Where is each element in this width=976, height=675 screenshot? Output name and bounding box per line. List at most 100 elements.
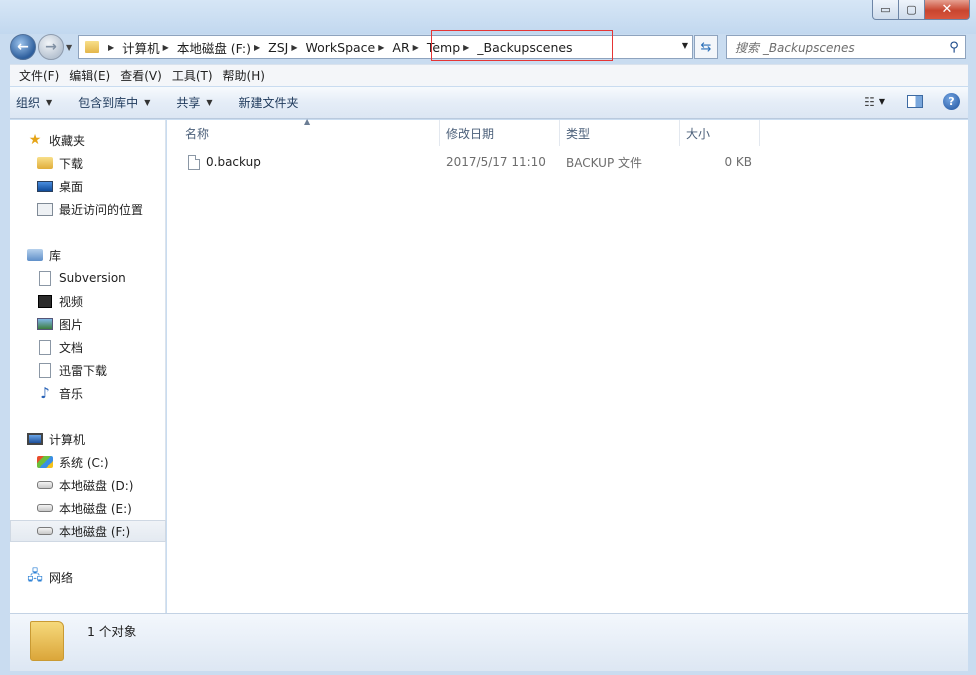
sidebar-item-label: 本地磁盘 (D:) — [59, 478, 134, 493]
chevron-right-icon[interactable]: ▶ — [108, 43, 114, 52]
column-header-type[interactable]: 类型 — [560, 120, 680, 146]
details-pane: 1 个对象 — [10, 613, 968, 671]
music-note-icon: ♪ — [40, 384, 50, 402]
menu-file[interactable]: 文件(F) — [14, 67, 64, 84]
new-folder-label: 新建文件夹 — [238, 96, 299, 110]
column-header-name[interactable]: ▲ 名称 — [167, 117, 440, 146]
preview-pane-icon[interactable] — [907, 95, 923, 108]
share-button[interactable]: 共享 ▼ — [176, 94, 212, 111]
sidebar-item-documents[interactable]: 文档 — [10, 336, 166, 358]
folder-icon — [30, 621, 64, 661]
breadcrumb-temp[interactable]: ▶ Temp — [410, 36, 460, 58]
address-bar[interactable]: ▶ 计算机 ▶ 本地磁盘 (F:) ▶ ZSJ ▶ WorkSpace ▶ AR ▶ Tem… — [78, 35, 693, 59]
menu-bar: 文件(F) 编辑(E) 查看(V) 工具(T) 帮助(H) — [10, 64, 968, 86]
sidebar-computer[interactable]: 计算机 — [10, 428, 166, 450]
menu-edit[interactable]: 编辑(E) — [64, 67, 115, 84]
refresh-button[interactable]: ⇆ — [694, 35, 718, 59]
sidebar-item-recent-places[interactable]: 最近访问的位置 — [10, 198, 166, 220]
view-options-dropdown[interactable]: ▼ — [879, 97, 885, 106]
folder-icon — [85, 41, 99, 53]
chevron-right-icon[interactable]: ▶ — [254, 43, 260, 52]
hard-drive-icon — [37, 527, 53, 535]
view-options-icon[interactable]: ☷ — [864, 95, 875, 109]
search-input[interactable]: 搜索 _Backupscenes — [727, 39, 943, 56]
sidebar-item-subversion[interactable]: Subversion — [10, 267, 166, 289]
sidebar-item-drive-c[interactable]: 系统 (C:) — [10, 451, 166, 473]
forward-button[interactable]: → — [38, 34, 64, 60]
column-header-label: 类型 — [566, 126, 591, 141]
breadcrumb-label: AR — [392, 39, 410, 55]
menu-view[interactable]: 查看(V) — [115, 67, 167, 84]
breadcrumb-ar[interactable]: ▶ AR — [375, 36, 409, 58]
recent-pages-dropdown[interactable]: ▼ — [66, 43, 72, 52]
title-bar: ▭ ▢ ✕ — [0, 0, 976, 34]
breadcrumb-backupscenes[interactable]: ▶ _Backupscenes — [460, 36, 572, 58]
menu-tools[interactable]: 工具(T) — [167, 67, 218, 84]
sidebar-item-drive-f[interactable]: 本地磁盘 (F:) — [10, 520, 166, 542]
maximize-button[interactable]: ▢ — [899, 0, 925, 20]
help-icon[interactable]: ? — [943, 93, 960, 110]
sidebar-favorites[interactable]: ★ 收藏夹 — [10, 129, 166, 151]
breadcrumb-label: Temp — [426, 39, 461, 55]
file-row[interactable]: 0.backup 2017/5/17 11:10 BACKUP 文件 0 KB — [167, 150, 968, 174]
hard-drive-icon — [37, 481, 53, 489]
include-in-library-button[interactable]: 包含到库中 ▼ — [78, 94, 150, 111]
column-header-size[interactable]: 大小 — [680, 120, 760, 146]
breadcrumb-label: 计算机 — [122, 40, 160, 56]
include-in-library-label: 包含到库中 — [78, 96, 139, 110]
minimize-button[interactable]: ▭ — [872, 0, 899, 20]
file-name-cell: 0.backup — [188, 150, 261, 174]
breadcrumb-workspace[interactable]: ▶ WorkSpace — [288, 36, 375, 58]
chevron-right-icon[interactable]: ▶ — [291, 43, 297, 52]
sidebar-item-label: 最近访问的位置 — [59, 202, 144, 217]
sidebar-item-label: 本地磁盘 (F:) — [59, 524, 131, 539]
library-icon — [27, 249, 43, 261]
sidebar-item-videos[interactable]: 视频 — [10, 290, 166, 312]
sidebar-item-label: 收藏夹 — [49, 133, 86, 148]
column-header-label: 修改日期 — [446, 126, 495, 141]
file-modified: 2017/5/17 11:10 — [446, 155, 546, 169]
column-header-modified[interactable]: 修改日期 — [440, 120, 560, 146]
breadcrumb-label: ZSJ — [268, 39, 289, 55]
sidebar-item-drive-e[interactable]: 本地磁盘 (E:) — [10, 497, 166, 519]
address-history-dropdown[interactable]: ▼ — [682, 41, 688, 50]
back-button[interactable]: ← — [10, 34, 36, 60]
refresh-icon: ⇆ — [700, 39, 712, 55]
breadcrumb-drive-f[interactable]: ▶ 本地磁盘 (F:) — [160, 36, 251, 58]
star-icon: ★ — [28, 132, 42, 148]
recent-places-icon — [37, 202, 53, 216]
organize-label: 组织 — [16, 96, 41, 110]
sidebar-item-xunlei-downloads[interactable]: 迅雷下载 — [10, 359, 166, 381]
hard-drive-icon — [37, 504, 53, 512]
network-icon: 🖧 — [27, 568, 43, 584]
search-box[interactable]: 搜索 _Backupscenes ⚲ — [726, 35, 966, 59]
navigation-row: ← → ▼ ▶ 计算机 ▶ 本地磁盘 (F:) ▶ ZSJ ▶ WorkSpace ▶ A… — [0, 30, 976, 62]
sidebar-item-label: 迅雷下载 — [59, 363, 108, 378]
chevron-right-icon[interactable]: ▶ — [378, 43, 384, 52]
file-type: BACKUP 文件 — [566, 155, 642, 170]
close-button[interactable]: ✕ — [925, 0, 970, 20]
new-folder-button[interactable]: 新建文件夹 — [239, 94, 299, 111]
menu-help[interactable]: 帮助(H) — [218, 67, 270, 84]
chevron-right-icon[interactable]: ▶ — [413, 43, 419, 52]
desktop-icon — [37, 180, 53, 192]
sidebar-item-label: Subversion — [59, 271, 126, 285]
chevron-right-icon[interactable]: ▶ — [163, 43, 169, 52]
file-icon — [188, 154, 200, 170]
video-icon — [38, 294, 52, 308]
sidebar-item-pictures[interactable]: 图片 — [10, 313, 166, 335]
breadcrumb-computer[interactable]: ▶ 计算机 — [105, 36, 160, 58]
sidebar-item-music[interactable]: ♪ 音乐 — [10, 382, 166, 404]
sidebar-item-downloads[interactable]: 下载 — [10, 152, 166, 174]
organize-button[interactable]: 组织 ▼ — [16, 94, 52, 111]
sidebar-item-drive-d[interactable]: 本地磁盘 (D:) — [10, 474, 166, 496]
sidebar-item-label: 系统 (C:) — [59, 455, 109, 470]
document-icon — [39, 339, 51, 355]
search-icon[interactable]: ⚲ — [943, 40, 965, 55]
breadcrumb-zsj[interactable]: ▶ ZSJ — [251, 36, 288, 58]
chevron-right-icon[interactable]: ▶ — [463, 43, 469, 52]
sidebar-libraries[interactable]: 库 — [10, 244, 166, 266]
sidebar-network[interactable]: 🖧 网络 — [10, 566, 166, 588]
minimize-icon: ▭ — [880, 3, 891, 16]
sidebar-item-desktop[interactable]: 桌面 — [10, 175, 166, 197]
